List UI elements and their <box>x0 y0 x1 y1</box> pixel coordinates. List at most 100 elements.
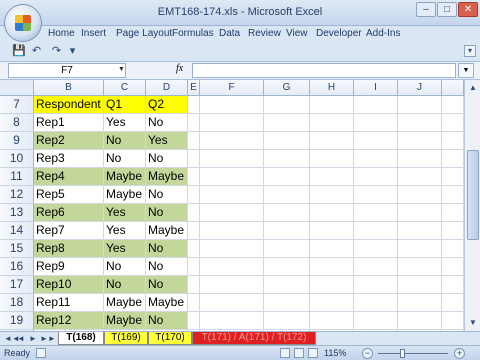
column-header[interactable]: G <box>264 80 310 96</box>
empty-cell[interactable] <box>264 312 310 330</box>
scroll-down-icon[interactable]: ▼ <box>466 316 480 330</box>
empty-cell[interactable] <box>398 240 442 258</box>
empty-cell[interactable] <box>442 258 464 276</box>
scroll-up-icon[interactable]: ▲ <box>466 81 480 95</box>
tab-formulas[interactable]: Formulas <box>172 28 214 39</box>
column-header[interactable]: B <box>34 80 104 96</box>
empty-cell[interactable] <box>200 222 264 240</box>
sheet-tab[interactable]: T(168) <box>58 332 104 345</box>
cell-c[interactable]: Maybe <box>104 168 146 186</box>
empty-cell[interactable] <box>442 186 464 204</box>
cell-c[interactable]: Maybe <box>104 294 146 312</box>
column-header[interactable]: J <box>398 80 442 96</box>
prev-sheet-icon[interactable]: ◄ <box>16 333 26 345</box>
empty-cell[interactable] <box>188 186 200 204</box>
cell-c[interactable]: Yes <box>104 222 146 240</box>
cell-d[interactable]: No <box>146 240 188 258</box>
empty-cell[interactable] <box>442 150 464 168</box>
cell-c[interactable]: No <box>104 258 146 276</box>
row-header[interactable]: 10 <box>0 150 34 168</box>
empty-cell[interactable] <box>310 204 354 222</box>
scroll-thumb[interactable] <box>467 150 479 240</box>
empty-cell[interactable] <box>310 168 354 186</box>
tab-review[interactable]: Review <box>248 28 281 39</box>
empty-cell[interactable] <box>200 258 264 276</box>
vertical-scrollbar[interactable]: ▲ ▼ <box>464 80 480 331</box>
sheet-tab[interactable]: T(170) <box>148 332 192 345</box>
empty-cell[interactable] <box>264 132 310 150</box>
row-header[interactable]: 15 <box>0 240 34 258</box>
empty-cell[interactable] <box>200 294 264 312</box>
empty-cell[interactable] <box>354 258 398 276</box>
empty-cell[interactable] <box>188 168 200 186</box>
empty-cell[interactable] <box>188 96 200 114</box>
worksheet-grid[interactable]: B C D E F G H I J 7 Respondent Q1 Q2 8 Rep1 Ye… <box>0 80 464 331</box>
row-header[interactable]: 19 <box>0 312 34 330</box>
zoom-slider-knob[interactable] <box>400 349 405 358</box>
row-header[interactable]: 16 <box>0 258 34 276</box>
empty-cell[interactable] <box>188 222 200 240</box>
empty-cell[interactable] <box>442 114 464 132</box>
cell-c[interactable]: Yes <box>104 114 146 132</box>
sheet-tab[interactable]: T(169) <box>104 332 148 345</box>
empty-cell[interactable] <box>264 168 310 186</box>
redo-icon[interactable]: ↷ <box>50 45 63 58</box>
empty-cell[interactable] <box>200 96 264 114</box>
empty-cell[interactable] <box>310 276 354 294</box>
empty-cell[interactable] <box>310 240 354 258</box>
empty-cell[interactable] <box>264 240 310 258</box>
empty-cell[interactable] <box>310 312 354 330</box>
cell-c[interactable]: Yes <box>104 240 146 258</box>
empty-cell[interactable] <box>264 222 310 240</box>
empty-cell[interactable] <box>264 294 310 312</box>
empty-cell[interactable] <box>188 114 200 132</box>
expand-formula-button[interactable]: ▼ <box>458 63 474 78</box>
row-header[interactable]: 18 <box>0 294 34 312</box>
empty-cell[interactable] <box>188 132 200 150</box>
cell-b[interactable]: Respondent <box>34 96 104 114</box>
insert-function-button[interactable]: fx <box>176 63 183 74</box>
formula-input[interactable] <box>192 63 456 78</box>
column-header[interactable]: I <box>354 80 398 96</box>
row-header[interactable]: 7 <box>0 96 34 114</box>
row-header[interactable]: 13 <box>0 204 34 222</box>
empty-cell[interactable] <box>200 114 264 132</box>
macro-record-icon[interactable] <box>36 348 46 358</box>
empty-cell[interactable] <box>188 258 200 276</box>
empty-cell[interactable] <box>354 240 398 258</box>
tab-insert[interactable]: Insert <box>81 28 106 39</box>
row-header[interactable]: 14 <box>0 222 34 240</box>
empty-cell[interactable] <box>442 276 464 294</box>
column-header[interactable]: E <box>188 80 200 96</box>
cell-d[interactable]: Q2 <box>146 96 188 114</box>
cell-b[interactable]: Rep3 <box>34 150 104 168</box>
empty-cell[interactable] <box>442 312 464 330</box>
zoom-in-button[interactable]: + <box>454 348 465 359</box>
empty-cell[interactable] <box>354 132 398 150</box>
cell-d[interactable]: No <box>146 276 188 294</box>
last-sheet-icon[interactable]: ►► <box>40 333 56 345</box>
empty-cell[interactable] <box>354 204 398 222</box>
empty-cell[interactable] <box>398 294 442 312</box>
save-icon[interactable]: 💾 <box>12 45 26 58</box>
column-header[interactable]: C <box>104 80 146 96</box>
empty-cell[interactable] <box>264 114 310 132</box>
cell-d[interactable]: No <box>146 114 188 132</box>
empty-cell[interactable] <box>264 258 310 276</box>
normal-view-icon[interactable] <box>280 348 290 358</box>
select-all-corner[interactable] <box>0 80 34 96</box>
empty-cell[interactable] <box>188 204 200 222</box>
empty-cell[interactable] <box>354 276 398 294</box>
empty-cell[interactable] <box>398 312 442 330</box>
column-header[interactable]: D <box>146 80 188 96</box>
empty-cell[interactable] <box>188 312 200 330</box>
cell-b[interactable]: Rep7 <box>34 222 104 240</box>
empty-cell[interactable] <box>264 186 310 204</box>
empty-cell[interactable] <box>188 240 200 258</box>
empty-cell[interactable] <box>354 168 398 186</box>
empty-cell[interactable] <box>310 186 354 204</box>
cell-c[interactable]: Q1 <box>104 96 146 114</box>
cell-c[interactable]: No <box>104 276 146 294</box>
cell-d[interactable]: No <box>146 204 188 222</box>
empty-cell[interactable] <box>398 186 442 204</box>
